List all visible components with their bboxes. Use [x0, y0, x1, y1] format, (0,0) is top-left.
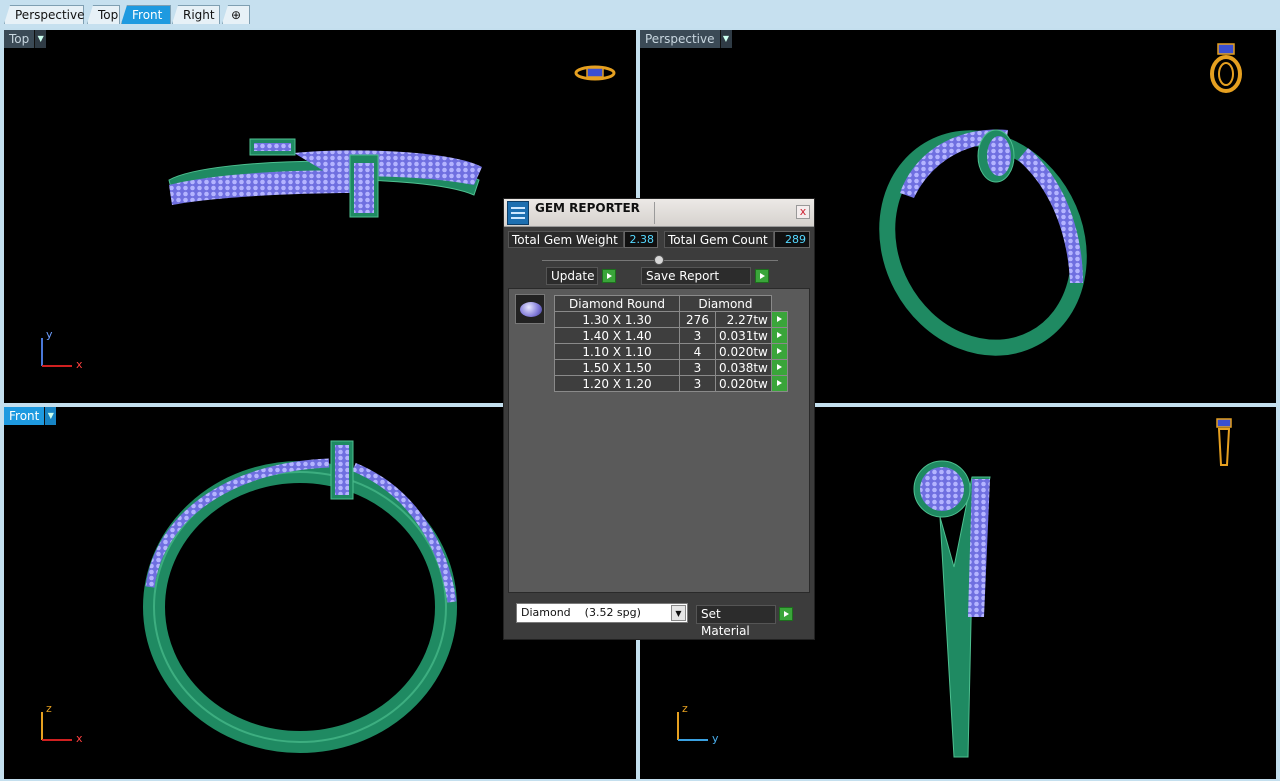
viewport-perspective-label: Perspective [640, 30, 720, 48]
tab-perspective[interactable]: Perspective [4, 5, 84, 24]
svg-text:y: y [46, 328, 53, 341]
add-tab-button[interactable]: ⊕ [222, 5, 250, 24]
update-button[interactable]: Update [546, 267, 598, 285]
row-go-icon[interactable] [770, 359, 788, 376]
tab-front[interactable]: Front [121, 5, 171, 24]
save-report-button[interactable]: Save Report [641, 267, 751, 285]
tab-right[interactable]: Right [172, 5, 220, 24]
axis-indicator-top: y x [34, 328, 94, 373]
row-go-icon[interactable] [770, 327, 788, 344]
ring-navigation-icon[interactable] [1204, 40, 1248, 94]
total-gem-count-value: 289 [774, 231, 810, 248]
dialog-title-bar[interactable]: GEM REPORTER x [504, 199, 814, 227]
bracelet-top-view [168, 138, 482, 218]
svg-text:y: y [712, 732, 719, 745]
gem-table: Diamond Round Diamond 1.30 X 1.30 276 2.… [554, 295, 788, 392]
table-row[interactable]: 1.40 X 1.40 3 0.031tw [554, 327, 788, 344]
viewport-top-label: Top [4, 30, 35, 48]
title-separator [654, 202, 655, 224]
gem-list-panel: Diamond Round Diamond 1.30 X 1.30 276 2.… [508, 288, 810, 593]
material-select[interactable]: Diamond (3.52 spg) ▼ [516, 603, 688, 623]
tab-top[interactable]: Top [87, 5, 120, 24]
chevron-down-icon[interactable]: ▼ [719, 30, 732, 48]
row-go-icon[interactable] [770, 375, 788, 392]
table-row[interactable]: 1.10 X 1.10 4 0.020tw [554, 343, 788, 360]
row-go-icon[interactable] [770, 311, 788, 328]
diamond-round-icon[interactable] [515, 294, 545, 324]
bracelet-perspective-view [879, 129, 1087, 356]
svg-text:x: x [76, 358, 83, 371]
bracelet-side-view [913, 460, 991, 758]
total-gem-weight-label: Total Gem Weight [508, 231, 624, 248]
total-gem-weight-value: 2.38 [624, 231, 658, 248]
axis-indicator-front: z x [34, 702, 94, 747]
dialog-title: GEM REPORTER [535, 201, 640, 215]
chevron-down-icon[interactable]: ▼ [44, 407, 57, 425]
update-go-icon[interactable] [602, 269, 616, 283]
row-go-icon[interactable] [770, 343, 788, 360]
chevron-down-icon[interactable]: ▼ [34, 30, 47, 48]
table-row[interactable]: 1.20 X 1.20 3 0.020tw [554, 375, 788, 392]
gem-reporter-logo-icon [507, 201, 529, 225]
svg-text:z: z [46, 702, 52, 715]
ring-navigation-icon[interactable] [573, 60, 617, 86]
table-row[interactable]: 1.30 X 1.30 276 2.27tw [554, 311, 788, 328]
svg-text:z: z [682, 702, 688, 715]
chevron-down-icon[interactable]: ▼ [671, 605, 686, 621]
set-material-go-icon[interactable] [779, 607, 793, 621]
viewport-front-label: Front [4, 407, 45, 425]
header-shape: Diamond Round [554, 295, 680, 312]
gem-reporter-dialog: GEM REPORTER x Total Gem Weight 2.38 Tot… [503, 198, 815, 640]
bracelet-front-view [143, 440, 457, 753]
save-report-go-icon[interactable] [755, 269, 769, 283]
viewport-top-title[interactable]: Top ▼ [4, 30, 47, 48]
header-material: Diamond [679, 295, 772, 312]
svg-text:x: x [76, 732, 83, 745]
table-row[interactable]: 1.50 X 1.50 3 0.038tw [554, 359, 788, 376]
close-icon[interactable]: x [796, 205, 810, 219]
material-select-value: Diamond (3.52 spg) [521, 606, 641, 619]
viewport-perspective-title[interactable]: Perspective ▼ [640, 30, 732, 48]
axis-indicator-right: z y [670, 702, 730, 747]
rhino-window: Perspective Top Front Right ⊕ Top ▼ y x … [0, 0, 1280, 781]
total-gem-count-label: Total Gem Count [664, 231, 774, 248]
set-material-button[interactable]: Set Material [696, 605, 776, 638]
ring-navigation-icon[interactable] [1210, 415, 1238, 473]
viewport-tab-bar: Perspective Top Front Right ⊕ [0, 0, 1280, 28]
collapse-handle-icon[interactable] [654, 255, 664, 265]
viewport-front-title[interactable]: Front ▼ [4, 407, 57, 425]
